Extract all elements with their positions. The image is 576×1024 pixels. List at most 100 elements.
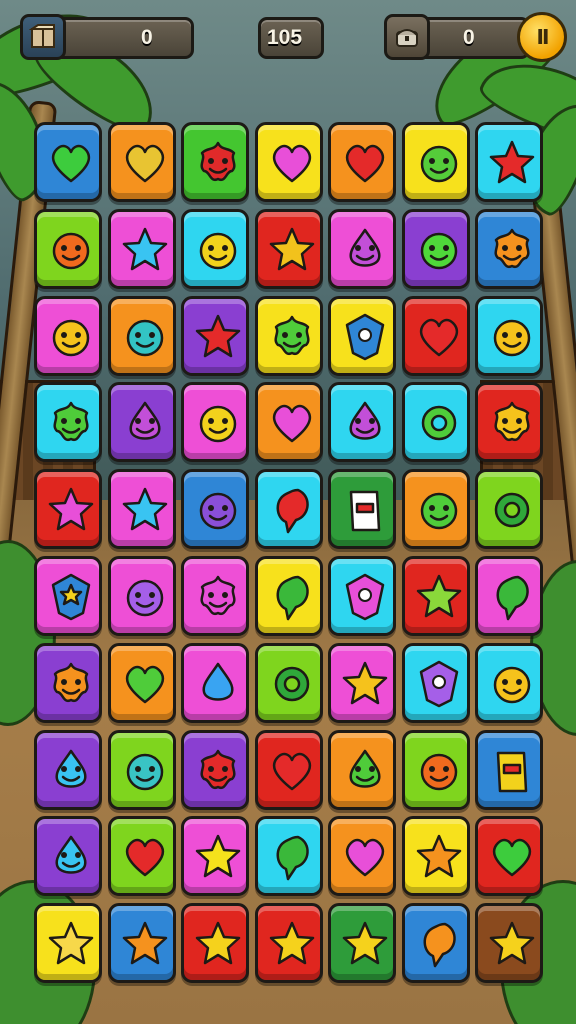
board-tile[interactable]	[34, 469, 102, 550]
smiley-face-icon	[493, 319, 531, 356]
board-tile[interactable]	[181, 642, 249, 723]
board-tile[interactable]	[328, 122, 396, 202]
board-tile[interactable]	[401, 816, 470, 897]
board-tile[interactable]	[401, 122, 470, 202]
board-tile[interactable]	[254, 729, 323, 810]
board-tile[interactable]	[107, 556, 176, 636]
board-tile[interactable]	[254, 556, 323, 636]
board-tile[interactable]	[328, 382, 396, 463]
heart-icon	[125, 665, 164, 704]
board-tile[interactable]	[475, 469, 543, 550]
board-tile[interactable]	[254, 295, 323, 376]
board-tile[interactable]	[107, 469, 176, 550]
board-tile[interactable]	[475, 729, 543, 810]
splat-icon	[53, 662, 89, 702]
moves-counter-value: 105	[267, 26, 303, 49]
board-tile[interactable]	[475, 816, 543, 897]
card-icon	[496, 751, 528, 792]
board-tile[interactable]	[475, 122, 543, 202]
board-tile[interactable]	[107, 729, 176, 810]
board-tile[interactable]	[328, 903, 396, 984]
board-tile[interactable]	[107, 903, 176, 984]
board-tile[interactable]	[401, 903, 470, 984]
board-tile[interactable]	[475, 903, 543, 984]
gem-icon	[345, 573, 385, 621]
heart-icon	[419, 318, 458, 356]
board-tile[interactable]	[328, 729, 396, 810]
board-tile[interactable]	[181, 556, 249, 636]
board-tile[interactable]	[107, 642, 176, 723]
board-tile[interactable]	[181, 816, 249, 897]
drop-face-icon	[349, 749, 381, 788]
board-tile[interactable]	[254, 208, 323, 289]
board-tile[interactable]	[107, 208, 176, 289]
smiley-face-icon	[493, 666, 531, 704]
heart-icon	[345, 839, 385, 877]
board-tile[interactable]	[401, 642, 470, 723]
board-tile[interactable]	[328, 469, 396, 550]
star-icon	[122, 227, 167, 271]
board-tile[interactable]	[328, 816, 396, 897]
board-tile[interactable]	[181, 208, 249, 289]
board-tile[interactable]	[34, 642, 102, 723]
board-tile[interactable]	[254, 382, 323, 463]
board-tile[interactable]	[107, 816, 176, 897]
board-tile[interactable]	[328, 295, 396, 376]
board-tile[interactable]	[181, 469, 249, 550]
board-tile[interactable]	[328, 208, 396, 289]
board-tile[interactable]	[107, 122, 176, 202]
star-icon	[416, 574, 461, 618]
board-tile[interactable]	[34, 122, 102, 202]
board-tile[interactable]	[181, 729, 249, 810]
ring-icon	[421, 406, 456, 441]
board-tile[interactable]	[181, 382, 249, 463]
board-tile[interactable]	[254, 469, 323, 550]
smiley-face-icon	[420, 145, 457, 183]
board-tile[interactable]	[34, 382, 102, 463]
splat-icon	[200, 749, 236, 789]
board-tile[interactable]	[254, 642, 323, 723]
board-tile[interactable]	[401, 729, 470, 810]
board-tile[interactable]	[475, 295, 543, 376]
pause-button[interactable]: II	[517, 12, 567, 62]
star-icon	[122, 487, 167, 531]
splat-icon	[53, 402, 89, 442]
board-tile[interactable]	[401, 469, 470, 550]
board-tile[interactable]	[401, 208, 470, 289]
board-tile[interactable]	[328, 556, 396, 636]
board-tile[interactable]	[181, 122, 249, 202]
board-tile[interactable]	[107, 295, 176, 376]
board-tile[interactable]	[401, 382, 470, 463]
star-icon	[489, 140, 535, 184]
splat-icon	[494, 228, 530, 268]
smiley-face-icon	[420, 232, 457, 270]
star-icon	[342, 661, 388, 705]
board-tile[interactable]	[254, 903, 323, 984]
board-tile[interactable]	[34, 729, 102, 810]
board-tile[interactable]	[34, 903, 102, 984]
board-tile[interactable]	[34, 556, 102, 636]
board-tile[interactable]	[328, 642, 396, 723]
heart-icon	[125, 144, 164, 183]
drop-face-icon	[349, 228, 381, 267]
board-tile[interactable]	[475, 642, 543, 723]
board-tile[interactable]	[254, 122, 323, 202]
board-tile[interactable]	[475, 556, 543, 636]
board-tile[interactable]	[34, 208, 102, 289]
crate-icon	[20, 14, 66, 60]
smiley-face-icon	[199, 406, 237, 443]
board-tile[interactable]	[34, 816, 102, 897]
board-tile[interactable]	[401, 295, 470, 376]
board-tile[interactable]	[107, 382, 176, 463]
board-tile[interactable]	[181, 295, 249, 376]
board-tile[interactable]	[475, 208, 543, 289]
board-tile[interactable]	[181, 903, 249, 984]
splat-icon	[200, 575, 236, 616]
board-tile[interactable]	[475, 382, 543, 463]
board-tile[interactable]	[34, 295, 102, 376]
board-tile[interactable]	[401, 556, 470, 636]
board-tile[interactable]	[254, 816, 323, 897]
star-icon	[416, 835, 461, 878]
heart-icon	[492, 839, 532, 877]
smiley-face-icon	[52, 319, 90, 356]
